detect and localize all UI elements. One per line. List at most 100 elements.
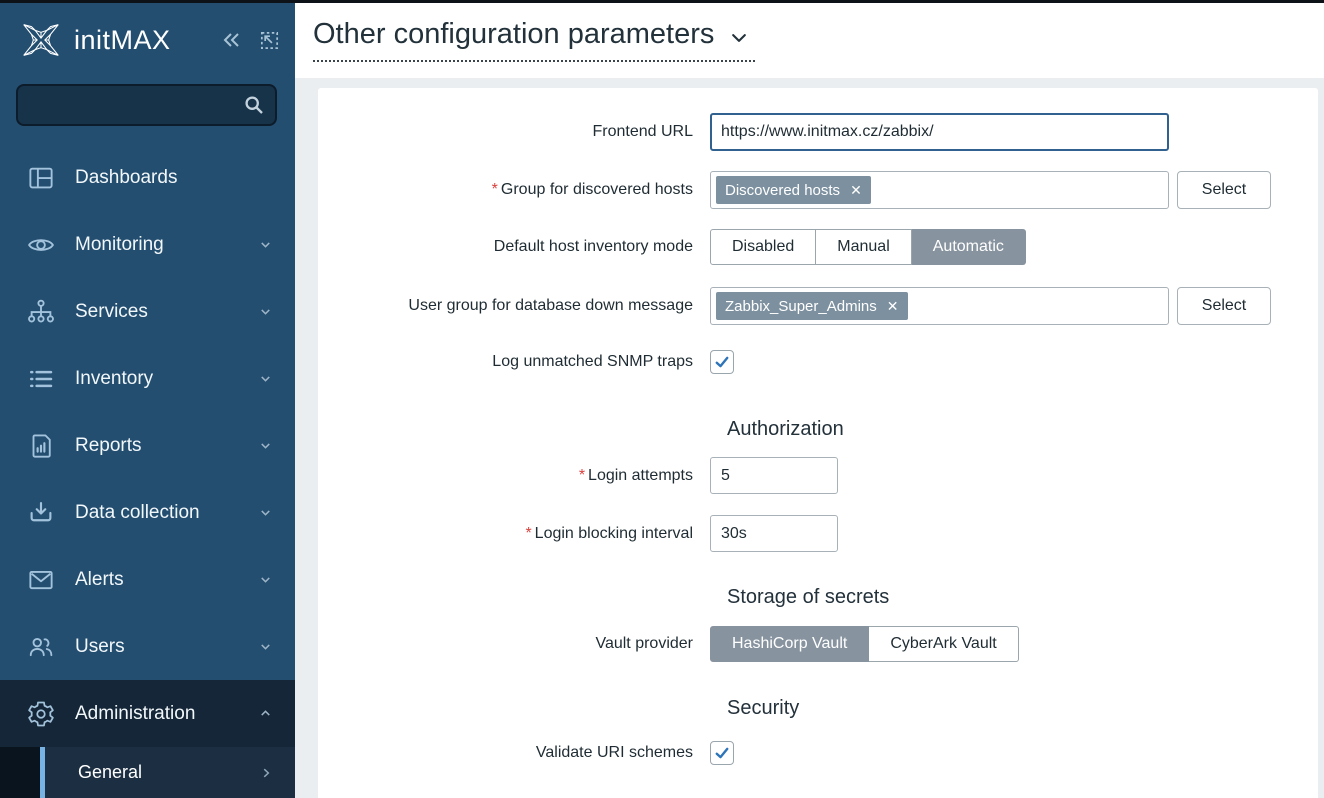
brand-name: initMAX [74, 25, 171, 56]
chevron-down-icon [258, 572, 273, 587]
sidebar-search-input[interactable] [16, 84, 277, 126]
initmax-logo-icon [18, 17, 64, 63]
chevron-down-icon [258, 304, 273, 319]
sidebar: initMAX Dashboards Monitoring Services I… [0, 0, 295, 798]
services-icon [26, 297, 56, 327]
frontend-url-input[interactable] [710, 113, 1169, 151]
frontend-url-label: Frontend URL [318, 122, 710, 142]
sidebar-header: initMAX [18, 12, 281, 68]
validate-uri-checkbox[interactable] [710, 741, 734, 765]
sidebar-item-label: Users [75, 636, 258, 658]
sidebar-subitem-label: General [78, 762, 259, 783]
administration-icon [26, 699, 56, 729]
login-blocking-row: *Login blocking interval [318, 515, 838, 552]
sidebar-item-label: Monitoring [75, 234, 258, 256]
sidebar-item-label: Dashboards [75, 167, 273, 189]
validate-uri-label: Validate URI schemes [318, 743, 710, 763]
page-title: Other configuration parameters [313, 18, 714, 51]
sidebar-item-data-collection[interactable]: Data collection [0, 479, 295, 546]
vault-cyberark-button[interactable]: CyberArk Vault [869, 626, 1018, 662]
discovered-hosts-row: *Group for discovered hosts Discovered h… [318, 171, 1271, 209]
chevron-down-icon [258, 505, 273, 520]
security-heading: Security [727, 695, 799, 721]
page-title-dropdown[interactable]: Other configuration parameters [313, 18, 755, 62]
sidebar-item-users[interactable]: Users [0, 613, 295, 680]
vault-provider-segmented: HashiCorp Vault CyberArk Vault [710, 626, 1019, 662]
db-down-group-label: User group for database down message [318, 296, 710, 316]
inventory-mode-manual-button[interactable]: Manual [816, 229, 911, 265]
required-marker: * [525, 525, 531, 542]
snmp-traps-row: Log unmatched SNMP traps [318, 350, 734, 374]
snmp-traps-label: Log unmatched SNMP traps [318, 352, 710, 372]
chevron-up-icon [258, 706, 273, 721]
config-form-card: Frontend URL *Group for discovered hosts… [318, 88, 1318, 798]
inventory-mode-label: Default host inventory mode [318, 237, 710, 257]
check-icon [713, 744, 731, 762]
db-down-group-row: User group for database down message Zab… [318, 287, 1271, 325]
vault-provider-label: Vault provider [318, 634, 710, 654]
sidebar-item-administration[interactable]: Administration [0, 680, 295, 747]
dashboards-icon [26, 163, 56, 193]
vault-provider-row: Vault provider HashiCorp Vault CyberArk … [318, 626, 1019, 662]
chevron-down-icon [258, 237, 273, 252]
content-area: Frontend URL *Group for discovered hosts… [295, 78, 1324, 798]
search-icon[interactable] [242, 93, 266, 117]
vault-hashicorp-button[interactable]: HashiCorp Vault [710, 626, 869, 662]
chevron-down-icon [258, 639, 273, 654]
sidebar-item-dashboards[interactable]: Dashboards [0, 144, 295, 211]
sidebar-item-inventory[interactable]: Inventory [0, 345, 295, 412]
select-group-button[interactable]: Select [1177, 171, 1271, 209]
discovered-hosts-multiselect[interactable]: Discovered hosts ✕ [710, 171, 1169, 209]
monitoring-icon [26, 230, 56, 260]
usergroup-chip: Zabbix_Super_Admins ✕ [716, 292, 908, 320]
validate-uri-row: Validate URI schemes [318, 741, 734, 765]
inventory-mode-segmented: Disabled Manual Automatic [710, 229, 1026, 265]
collapse-sidebar-icon[interactable] [217, 28, 244, 52]
login-attempts-input[interactable] [710, 457, 838, 494]
page-header: Other configuration parameters [295, 0, 1324, 78]
inventory-mode-disabled-button[interactable]: Disabled [710, 229, 816, 265]
login-attempts-row: *Login attempts [318, 457, 838, 494]
sidebar-item-label: Alerts [75, 569, 258, 591]
frontend-url-row: Frontend URL [318, 113, 1169, 151]
select-usergroup-button[interactable]: Select [1177, 287, 1271, 325]
sidebar-subitem-general[interactable]: General [40, 747, 295, 798]
chevron-down-icon [258, 371, 273, 386]
remove-icon[interactable]: ✕ [887, 298, 899, 315]
sidebar-item-label: Services [75, 301, 258, 323]
administration-submenu: General [0, 747, 295, 798]
remove-icon[interactable]: ✕ [850, 182, 862, 199]
data-collection-icon [26, 498, 56, 528]
sidebar-item-services[interactable]: Services [0, 278, 295, 345]
storage-of-secrets-heading: Storage of secrets [727, 584, 889, 610]
chevron-down-icon [258, 438, 273, 453]
main-content: Other configuration parameters Frontend … [295, 0, 1324, 798]
sidebar-item-alerts[interactable]: Alerts [0, 546, 295, 613]
chevron-right-icon [259, 766, 273, 780]
sidebar-item-label: Inventory [75, 368, 258, 390]
chevron-down-icon [729, 30, 749, 46]
check-icon [713, 353, 731, 371]
kiosk-mode-icon[interactable] [258, 29, 281, 52]
login-blocking-label: *Login blocking interval [318, 524, 710, 544]
inventory-mode-row: Default host inventory mode Disabled Man… [318, 229, 1026, 265]
sidebar-item-label: Reports [75, 435, 258, 457]
users-icon [26, 632, 56, 662]
sidebar-item-monitoring[interactable]: Monitoring [0, 211, 295, 278]
alerts-icon [26, 565, 56, 595]
sidebar-item-reports[interactable]: Reports [0, 412, 295, 479]
group-chip: Discovered hosts ✕ [716, 176, 871, 204]
reports-icon [26, 431, 56, 461]
snmp-traps-checkbox[interactable] [710, 350, 734, 374]
inventory-icon [26, 364, 56, 394]
required-marker: * [492, 181, 498, 198]
db-down-group-multiselect[interactable]: Zabbix_Super_Admins ✕ [710, 287, 1169, 325]
login-attempts-label: *Login attempts [318, 466, 710, 486]
sidebar-item-label: Data collection [75, 502, 258, 524]
login-blocking-input[interactable] [710, 515, 838, 552]
discovered-hosts-label: *Group for discovered hosts [318, 180, 710, 200]
sidebar-item-label: Administration [75, 703, 258, 725]
inventory-mode-automatic-button[interactable]: Automatic [912, 229, 1026, 265]
sidebar-menu: Dashboards Monitoring Services Inventory… [0, 144, 295, 747]
window-top-edge [0, 0, 1324, 3]
